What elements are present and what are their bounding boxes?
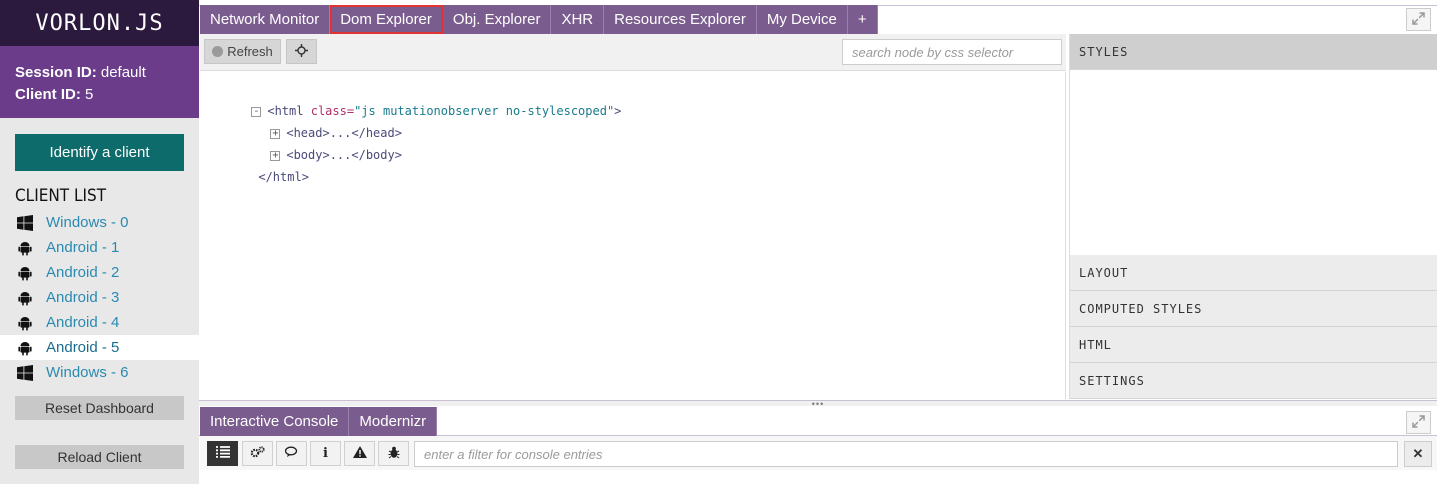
android-icon — [17, 265, 33, 281]
html-open-tag-end: > — [614, 104, 622, 118]
styles-panel-body — [1070, 70, 1437, 255]
tree-node-html-end: </html> — [215, 156, 309, 198]
client-item-android-2[interactable]: Android - 2 — [0, 260, 199, 285]
style-panels: STYLES LAYOUT COMPUTED STYLES HTML SETTI… — [1069, 34, 1437, 399]
select-element-button[interactable] — [286, 39, 317, 64]
session-id-value: default — [100, 64, 146, 81]
expand-icon — [1412, 11, 1425, 28]
client-item-windows-6[interactable]: Windows - 6 — [0, 360, 199, 385]
client-item-android-5[interactable]: Android - 5 — [0, 335, 199, 360]
expand-icon — [1412, 414, 1425, 431]
tab-modernizr[interactable]: Modernizr — [349, 407, 438, 436]
bug-icon — [388, 446, 400, 462]
styles-panel-header[interactable]: STYLES — [1070, 34, 1437, 70]
client-label: Windows - 6 — [46, 364, 129, 381]
client-label: Android - 3 — [46, 289, 120, 306]
filter-info-button[interactable]: i — [310, 441, 341, 466]
filter-all-button[interactable] — [207, 441, 238, 466]
list-icon — [215, 446, 230, 461]
client-label: Android - 4 — [46, 314, 120, 331]
panel-resize-handle[interactable]: ••• — [199, 398, 1437, 409]
expand-top-button[interactable] — [1406, 8, 1431, 31]
client-list: Windows - 0 Android - 1 Android - 2 Andr… — [0, 210, 199, 385]
android-icon — [17, 240, 33, 256]
css-selector-search-input[interactable] — [842, 39, 1062, 65]
tab-xhr[interactable]: XHR — [551, 5, 605, 34]
client-item-android-4[interactable]: Android - 4 — [0, 310, 199, 335]
client-label: Windows - 0 — [46, 214, 129, 231]
client-label: Android - 1 — [46, 239, 120, 256]
refresh-dot-icon — [212, 46, 224, 57]
html-panel-header[interactable]: HTML — [1070, 327, 1437, 363]
sidebar: VORLON.JS Session ID: default Client ID:… — [0, 0, 199, 484]
client-id-label: Client ID: — [15, 86, 81, 103]
tab-dom-explorer[interactable]: Dom Explorer — [330, 5, 443, 34]
reset-dashboard-button[interactable]: Reset Dashboard — [15, 396, 184, 420]
computed-styles-panel-header[interactable]: COMPUTED STYLES — [1070, 291, 1437, 327]
reload-client-button[interactable]: Reload Client — [15, 445, 184, 469]
cogs-icon — [250, 446, 265, 461]
tab-my-device[interactable]: My Device — [756, 5, 848, 34]
console-toolbar: i ✕ — [200, 436, 1437, 470]
windows-icon — [17, 214, 33, 231]
session-info: Session ID: default Client ID: 5 — [0, 46, 199, 118]
comments-icon — [284, 446, 299, 461]
tab-resources-explorer[interactable]: Resources Explorer — [604, 5, 757, 34]
filter-debug-button[interactable] — [276, 441, 307, 466]
client-label: Android - 5 — [46, 339, 120, 356]
info-icon: i — [323, 446, 328, 461]
main-panel: Network Monitor Dom Explorer Obj. Explor… — [199, 0, 1437, 484]
tab-interactive-console[interactable]: Interactive Console — [200, 407, 350, 436]
layout-panel-header[interactable]: LAYOUT — [1070, 255, 1437, 291]
tab-add[interactable]: + — [847, 5, 878, 34]
bottom-tabs: Interactive Console Modernizr — [200, 407, 438, 436]
crosshair-icon — [295, 43, 308, 60]
filter-error-button[interactable] — [378, 441, 409, 466]
refresh-label: Refresh — [227, 44, 273, 59]
dom-explorer-toolbar: Refresh — [200, 34, 1066, 71]
close-icon: ✕ — [1412, 446, 1424, 461]
settings-panel-header[interactable]: SETTINGS — [1070, 363, 1437, 399]
filter-log-button[interactable] — [242, 441, 273, 466]
identify-client-button[interactable]: Identify a client — [15, 134, 184, 171]
warning-icon — [352, 446, 367, 461]
tab-network-monitor[interactable]: Network Monitor — [200, 5, 331, 34]
dom-tree: - <html class="js mutationobserver no-sty… — [200, 72, 1066, 399]
windows-icon — [17, 364, 33, 381]
client-id-value: 5 — [85, 86, 94, 103]
session-id-label: Session ID: — [15, 64, 97, 81]
client-list-title: CLIENT LIST — [15, 186, 107, 206]
client-item-android-3[interactable]: Android - 3 — [0, 285, 199, 310]
plugin-tabs: Network Monitor Dom Explorer Obj. Explor… — [200, 5, 878, 34]
client-label: Android - 2 — [46, 264, 120, 281]
vorlon-logo: VORLON.JS — [0, 0, 199, 46]
grip-icon: ••• — [811, 398, 825, 409]
android-icon — [17, 290, 33, 306]
refresh-button[interactable]: Refresh — [204, 39, 281, 64]
clear-filter-button[interactable]: ✕ — [1404, 441, 1432, 467]
client-item-android-1[interactable]: Android - 1 — [0, 235, 199, 260]
android-icon — [17, 315, 33, 331]
html-close-tag: </html> — [258, 170, 309, 184]
expand-bottom-button[interactable] — [1406, 411, 1431, 434]
tab-obj-explorer[interactable]: Obj. Explorer — [442, 5, 552, 34]
console-filter-input[interactable] — [414, 441, 1398, 467]
client-item-windows-0[interactable]: Windows - 0 — [0, 210, 199, 235]
android-icon — [17, 340, 33, 356]
filter-warning-button[interactable] — [344, 441, 375, 466]
